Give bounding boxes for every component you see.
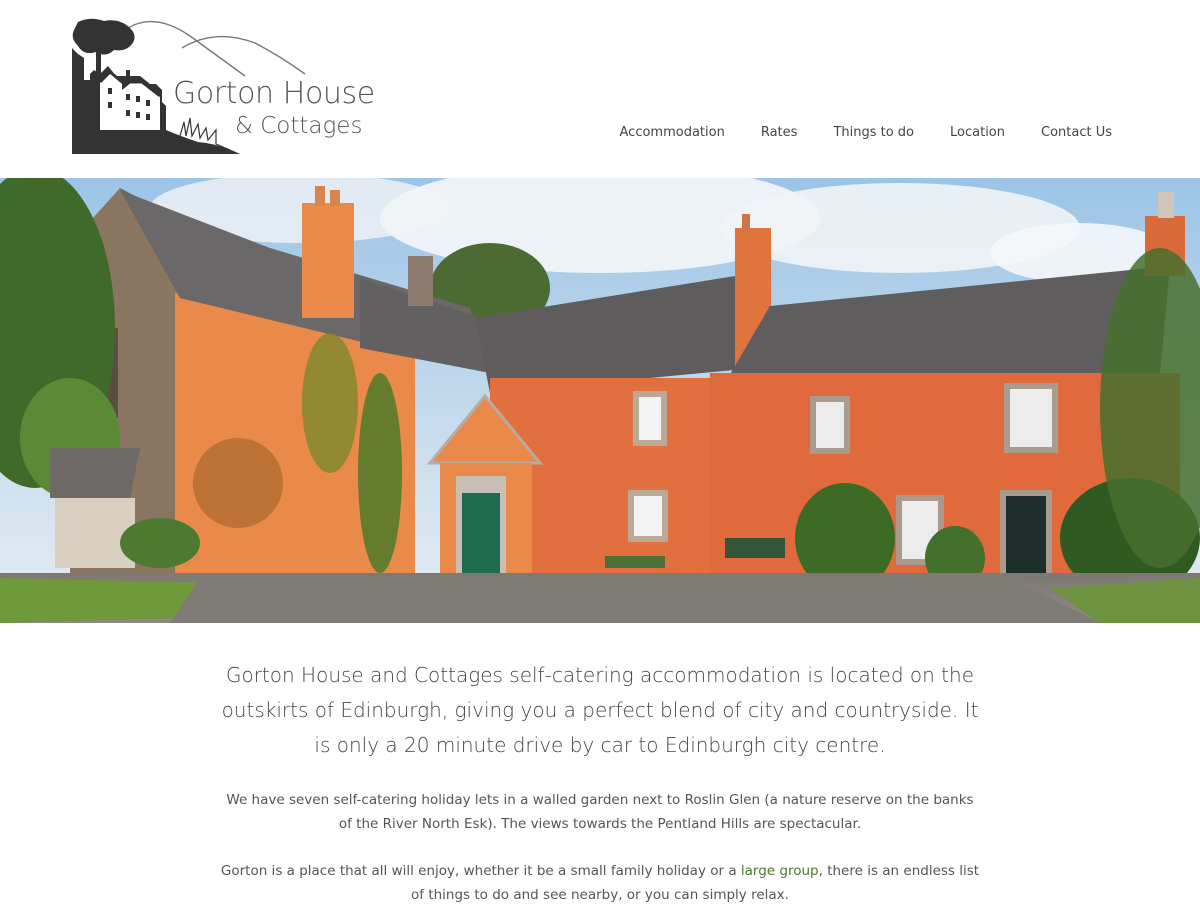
nav-contact-us[interactable]: Contact Us xyxy=(1041,124,1112,142)
main-nav: Accommodation Rates Things to do Locatio… xyxy=(584,124,1112,142)
nav-location[interactable]: Location xyxy=(950,124,1005,142)
site-logo[interactable]: Gorton House & Cottages xyxy=(70,18,390,156)
site-header: Gorton House & Cottages Accommodation Ra… xyxy=(0,0,1200,178)
intro-paragraph-1: We have seven self-catering holiday lets… xyxy=(226,792,974,832)
nav-accommodation[interactable]: Accommodation xyxy=(620,124,725,142)
intro-section: Gorton House and Cottages self-catering … xyxy=(0,623,1200,907)
nav-rates[interactable]: Rates xyxy=(761,124,798,142)
hero-image xyxy=(0,178,1200,623)
logo-title: Gorton House xyxy=(173,76,375,111)
house-photo xyxy=(0,178,1200,623)
logo-subtitle: & Cottages xyxy=(235,113,363,139)
nav-things-to-do[interactable]: Things to do xyxy=(833,124,914,142)
large-group-link[interactable]: large group xyxy=(741,863,819,879)
intro-lead: Gorton House and Cottages self-catering … xyxy=(221,663,979,757)
para2-text-start: Gorton is a place that all will enjoy, w… xyxy=(220,863,741,879)
